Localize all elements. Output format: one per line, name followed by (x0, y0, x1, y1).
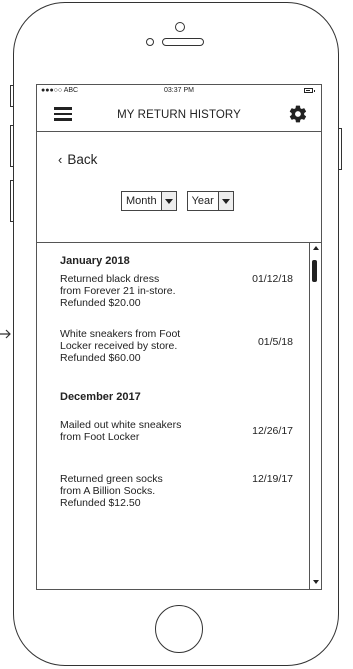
return-history-list: January 2018 Returned black dress from F… (37, 243, 309, 589)
page-title: MY RETURN HISTORY (117, 109, 241, 121)
proximity-sensor (146, 38, 154, 46)
month-select-value: Month (126, 195, 157, 207)
scroll-thumb[interactable] (312, 260, 317, 282)
status-time: 03:37 PM (164, 87, 194, 94)
status-bar: ●●●○○ ABC 03:37 PM (37, 85, 321, 97)
front-camera (175, 22, 185, 32)
group-heading: December 2017 (60, 391, 141, 403)
date-filters: Month Year (121, 191, 234, 211)
entry-date: 01/12/18 (252, 273, 293, 285)
earpiece-speaker (162, 38, 204, 46)
entry-date: 12/19/17 (252, 473, 293, 485)
entry-line: Returned green socks (60, 473, 163, 485)
entry-date: 01/5/18 (257, 336, 293, 348)
list-item[interactable]: Returned green socks from A Billion Sock… (60, 473, 300, 509)
chevron-down-icon[interactable] (160, 192, 176, 210)
entry-line: Locker received by store. (60, 340, 178, 352)
group-heading: January 2018 (60, 255, 130, 267)
scroll-down-icon[interactable] (313, 580, 319, 584)
battery-icon (304, 88, 315, 93)
entry-line: Refunded $12.50 (60, 497, 141, 509)
entry-line: Mailed out white sneakers (60, 419, 182, 431)
entry-line: Refunded $60.00 (60, 352, 141, 364)
entry-line: Returned black dress (60, 273, 160, 285)
list-item[interactable]: Mailed out white sneakers from Foot Lock… (60, 419, 300, 443)
year-select[interactable]: Year (186, 191, 234, 211)
app-screen: ●●●○○ ABC 03:37 PM MY RETURN HISTORY ‹ B… (36, 84, 322, 590)
navigation-bar: MY RETURN HISTORY (37, 98, 321, 132)
year-select-value: Year (191, 195, 214, 207)
entry-line: from A Billion Socks. (60, 485, 156, 497)
entry-date: 12/26/17 (252, 425, 293, 437)
entry-line: White sneakers from Foot (60, 328, 181, 340)
entry-line: from Foot Locker (60, 431, 140, 443)
entry-line: Refunded $20.00 (60, 297, 141, 309)
chevron-down-icon[interactable] (217, 192, 233, 210)
chevron-left-icon: ‹ (58, 152, 63, 167)
scroll-up-icon[interactable] (313, 246, 319, 250)
gear-icon[interactable] (288, 104, 308, 124)
arrow-right-icon (0, 329, 11, 339)
scrollbar[interactable] (309, 243, 321, 589)
back-button[interactable]: ‹ Back (58, 152, 97, 167)
home-button[interactable] (155, 605, 203, 653)
back-label: Back (67, 152, 98, 167)
list-item[interactable]: Returned black dress from Forever 21 in-… (60, 273, 300, 309)
list-item[interactable]: White sneakers from Foot Locker received… (60, 328, 300, 364)
entry-line: from Forever 21 in-store. (60, 285, 176, 297)
month-select[interactable]: Month (121, 191, 177, 211)
